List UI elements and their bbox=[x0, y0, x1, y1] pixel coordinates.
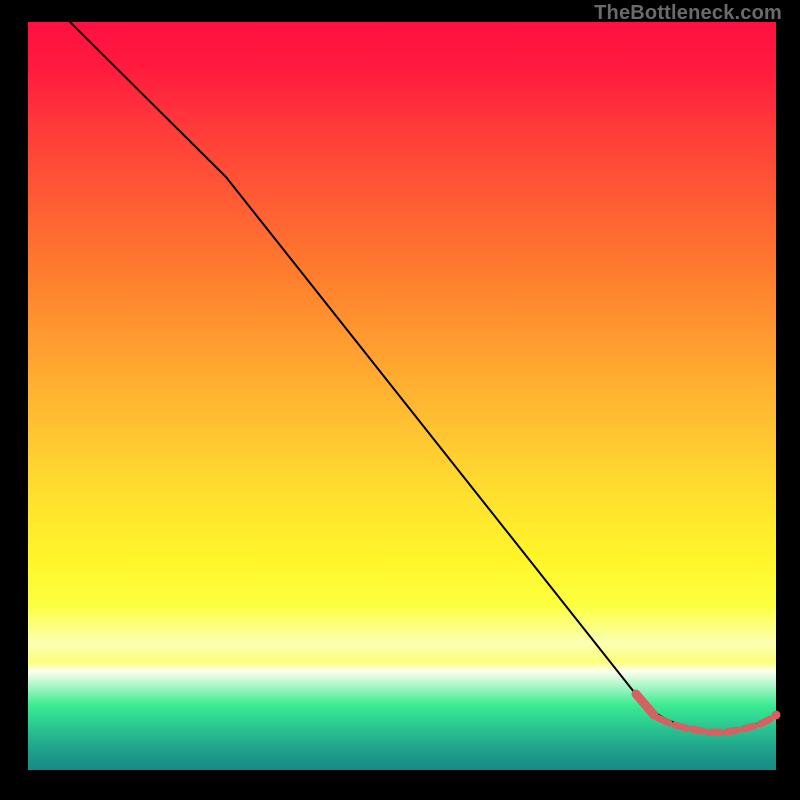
plot-area bbox=[28, 22, 776, 770]
highlight-dashes bbox=[658, 718, 770, 732]
highlight-end-dot bbox=[772, 711, 780, 719]
highlight-segment bbox=[636, 694, 780, 732]
highlight-lead bbox=[636, 694, 654, 715]
bottleneck-curve bbox=[70, 22, 776, 731]
chart-stage: TheBottleneck.com bbox=[0, 0, 800, 800]
chart-svg bbox=[28, 22, 776, 770]
